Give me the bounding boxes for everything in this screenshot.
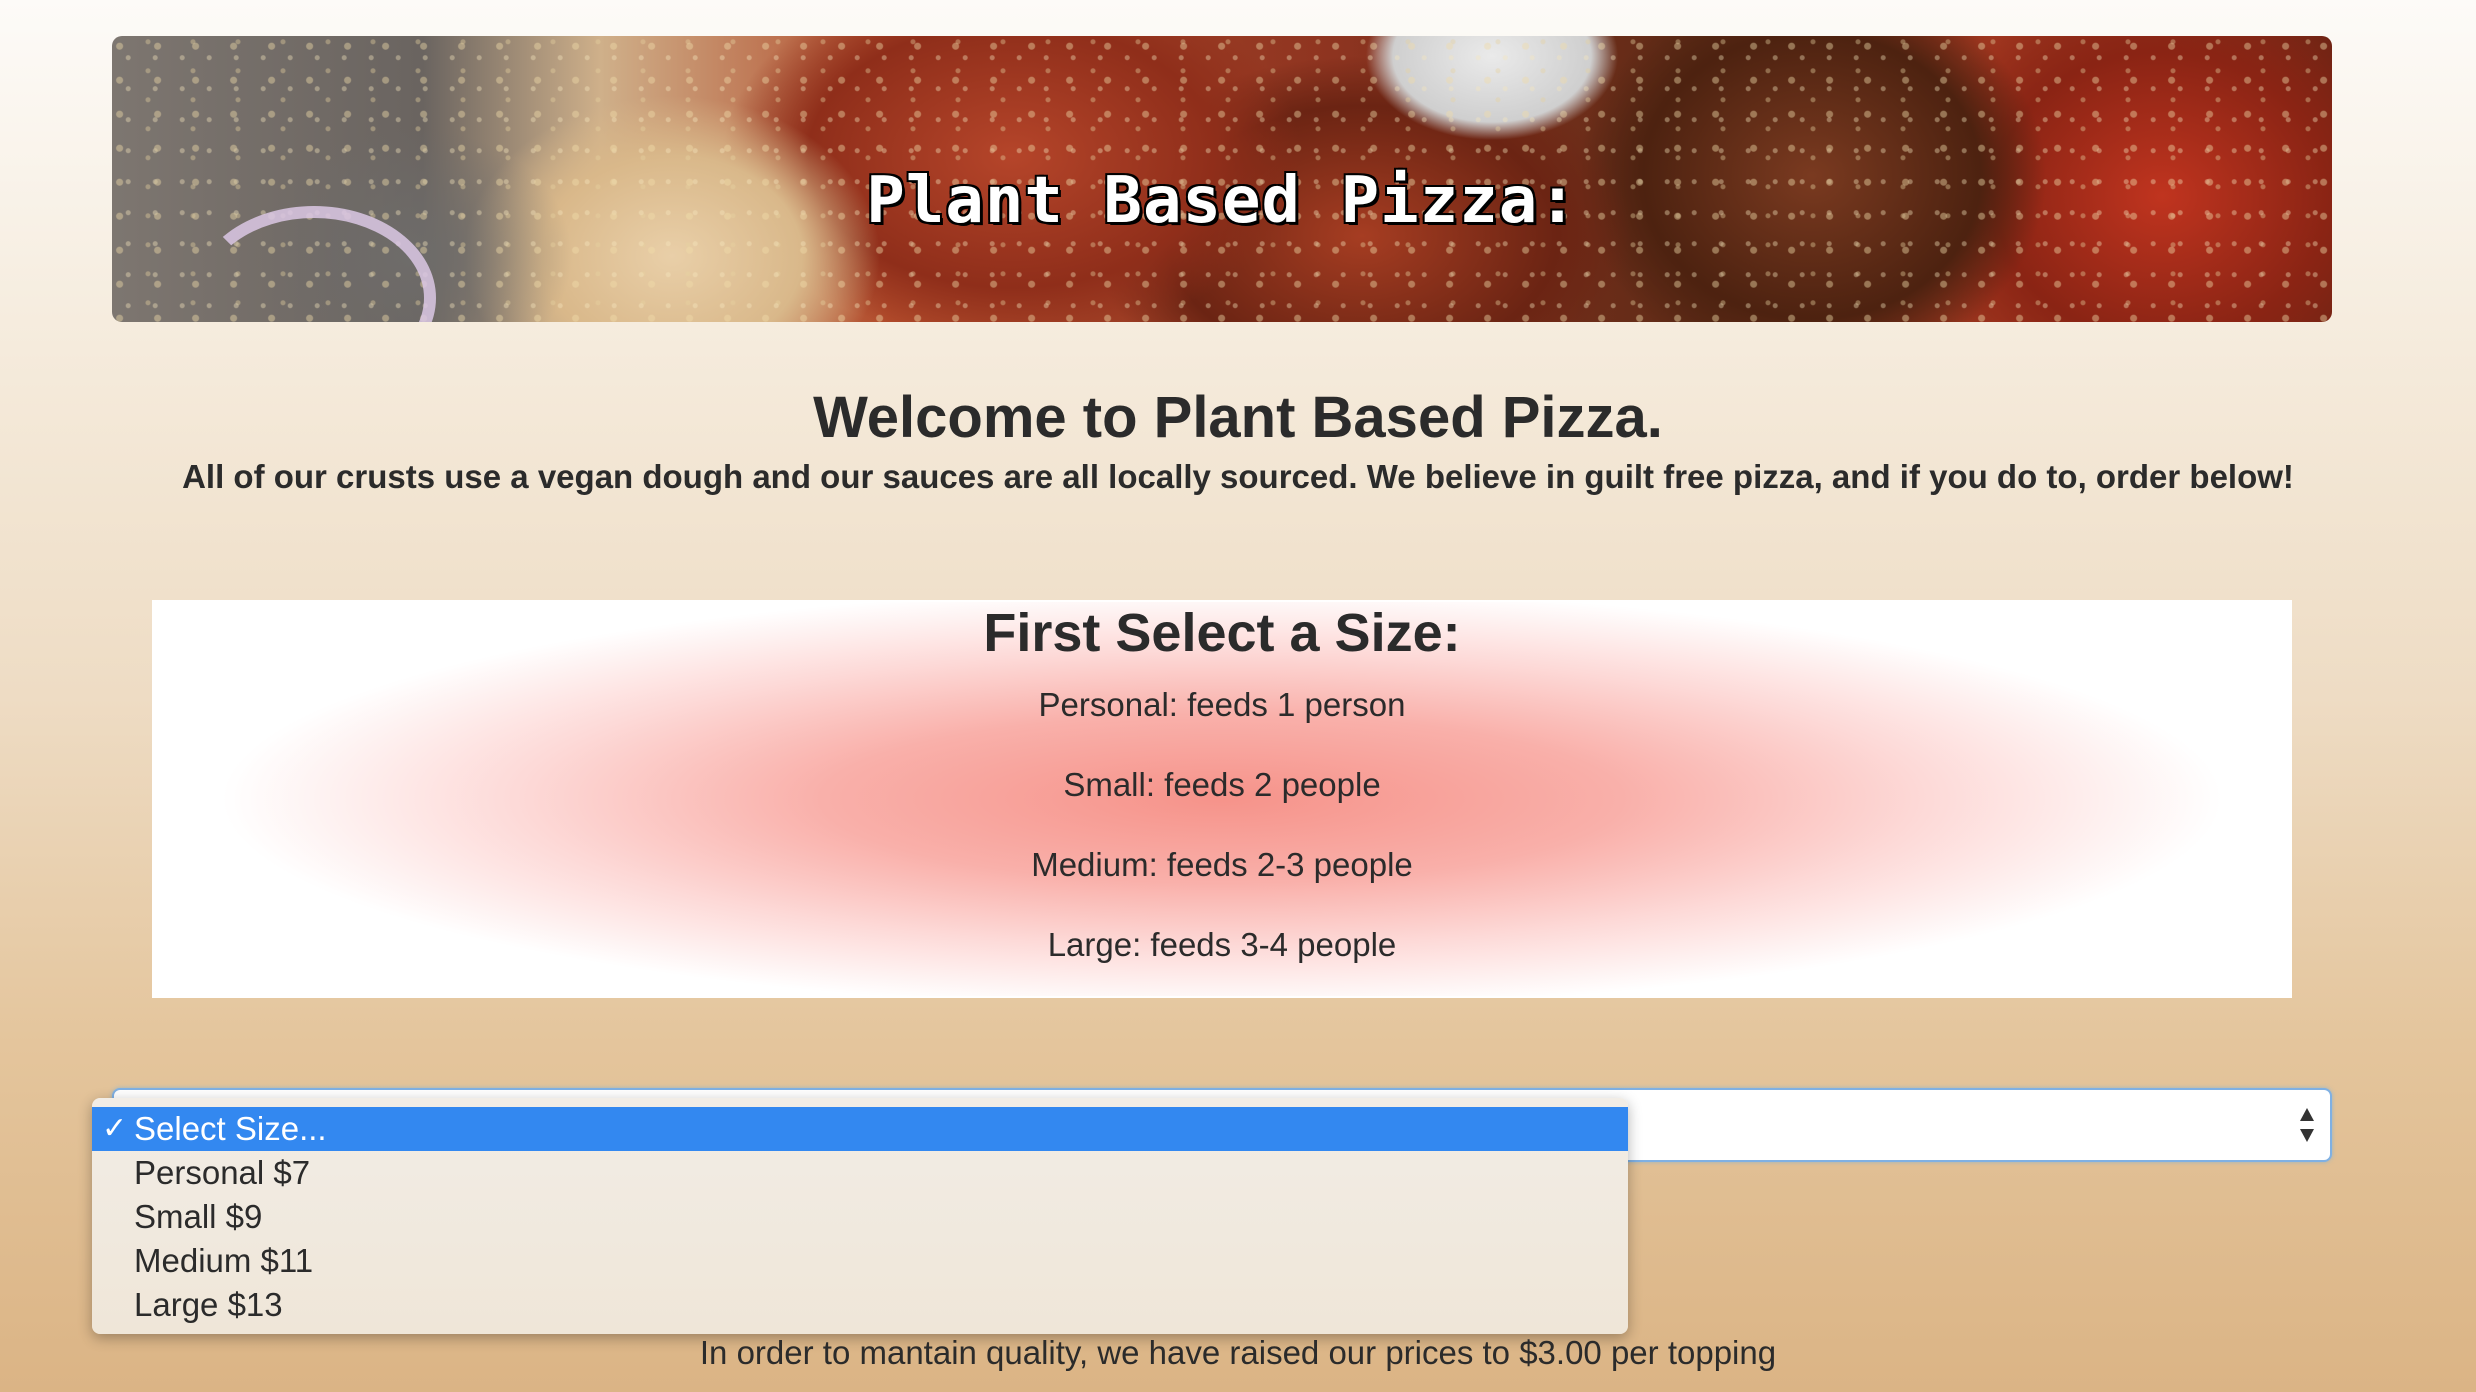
size-info-panel: First Select a Size: Personal: feeds 1 p… — [152, 600, 2292, 998]
select-arrows-icon — [2298, 1106, 2316, 1147]
size-option-label: Medium $11 — [134, 1242, 314, 1279]
size-line-medium: Medium: feeds 2-3 people — [1031, 846, 1413, 883]
size-option-label: Personal $7 — [134, 1154, 311, 1191]
welcome-text: All of our crusts use a vegan dough and … — [182, 458, 2294, 495]
size-dropdown-menu: ✓ Select Size... Personal $7 Small $9 Me… — [92, 1098, 1628, 1334]
checkmark-icon: ✓ — [102, 1112, 128, 1145]
header-banner: Plant Based Pizza: — [112, 36, 2332, 322]
welcome-heading: Welcome to Plant Based Pizza. — [813, 385, 1663, 450]
size-option-label: Large $13 — [134, 1286, 283, 1323]
size-option-medium[interactable]: Medium $11 — [92, 1239, 1628, 1283]
size-option-large[interactable]: Large $13 — [92, 1283, 1628, 1327]
size-option-select[interactable]: ✓ Select Size... — [92, 1107, 1628, 1151]
topping-price-note: In order to mantain quality, we have rai… — [699, 1334, 1777, 1371]
size-heading: First Select a Size: — [983, 603, 1461, 663]
size-option-small[interactable]: Small $9 — [92, 1195, 1628, 1239]
site-title: Plant Based Pizza: — [866, 164, 1578, 238]
size-line-personal: Personal: feeds 1 person — [1038, 686, 1406, 723]
size-option-personal[interactable]: Personal $7 — [92, 1151, 1628, 1195]
size-line-small: Small: feeds 2 people — [1063, 766, 1381, 803]
size-option-label: Select Size... — [134, 1110, 327, 1147]
size-option-label: Small $9 — [134, 1198, 263, 1235]
size-line-large: Large: feeds 3-4 people — [1047, 926, 1397, 963]
